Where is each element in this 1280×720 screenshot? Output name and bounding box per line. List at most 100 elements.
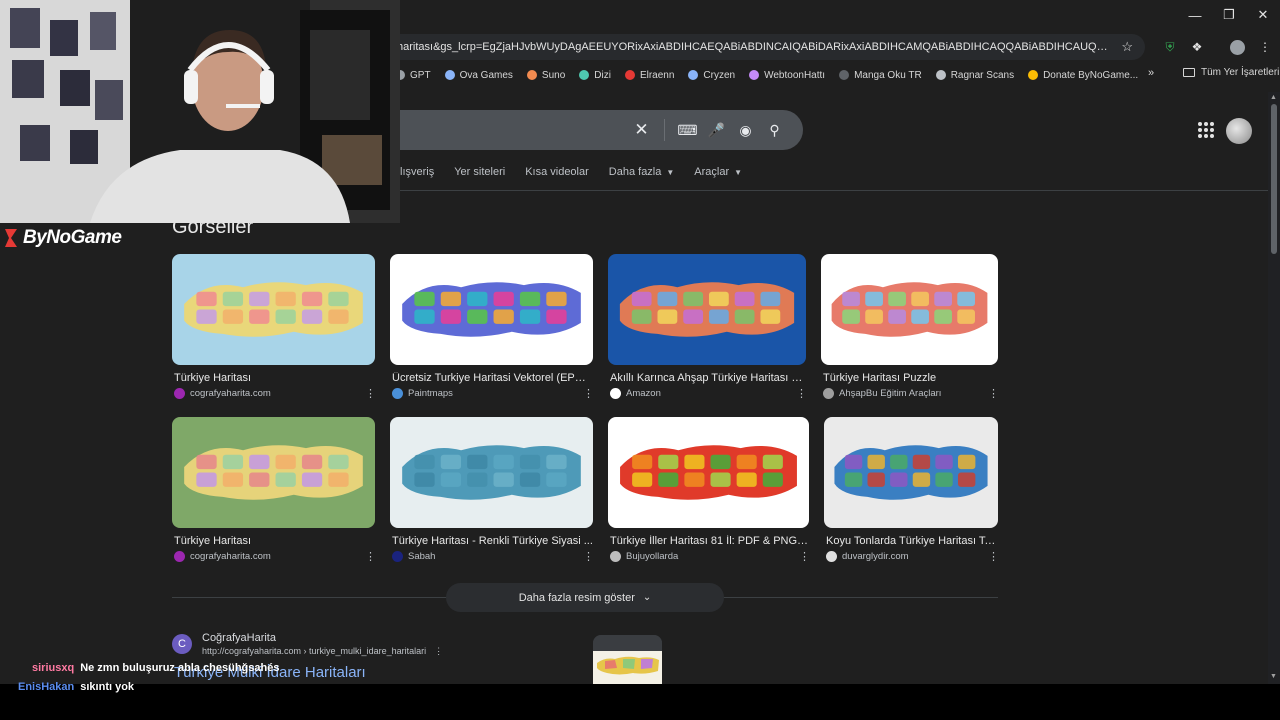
bookmark-favicon-icon: [1028, 70, 1039, 80]
bookmark-item[interactable]: Manga Oku TR: [839, 70, 922, 81]
result-site-name[interactable]: CoğrafyaHarita: [202, 632, 276, 644]
chat-message: EnisHakan sıkıntı yok: [18, 681, 134, 693]
image-source[interactable]: AhşapBu Eğitim Araçları: [823, 388, 941, 399]
bookmark-item[interactable]: Cryzen: [688, 70, 735, 81]
clear-icon[interactable]: ✕: [627, 119, 656, 141]
window-controls: — ❐ ✕: [1178, 0, 1280, 30]
image-thumbnail[interactable]: [608, 254, 806, 365]
bookmark-star-icon[interactable]: ☆: [1121, 39, 1133, 55]
more-options-icon[interactable]: ⋮: [365, 387, 376, 400]
camera-lens-icon[interactable]: ◉: [731, 119, 760, 141]
result-thumbnail[interactable]: [593, 635, 662, 684]
search-box[interactable]: ✕ ⌨ 🎤 ◉ ⚲: [380, 110, 803, 150]
extensions-puzzle-icon[interactable]: ❖: [1188, 38, 1206, 56]
account-avatar[interactable]: [1226, 118, 1252, 144]
bookmark-item[interactable]: Ragnar Scans: [935, 70, 1014, 81]
show-more-label: Daha fazla resim göster: [518, 591, 635, 604]
keyboard-icon[interactable]: ⌨: [673, 119, 702, 141]
restore-button[interactable]: ❐: [1212, 0, 1246, 30]
image-result[interactable]: Ücretsiz Turkiye Haritasi Vektorel (EPS,…: [390, 254, 594, 409]
image-caption[interactable]: Türkiye Haritası Puzzle: [823, 372, 998, 384]
image-caption[interactable]: Koyu Tonlarda Türkiye Haritası Ta...: [826, 535, 998, 547]
search-separator: [664, 119, 665, 141]
image-source[interactable]: Bujuyollarda: [610, 551, 678, 562]
chat-username: EnisHakan: [18, 681, 75, 693]
tab-short-videos[interactable]: Kısa videolar: [525, 166, 589, 178]
more-options-icon[interactable]: ⋮: [796, 387, 807, 400]
source-favicon-icon: [174, 551, 185, 562]
tab-more[interactable]: Daha fazla ▼: [609, 166, 675, 178]
tab-places[interactable]: Yer siteleri: [454, 166, 505, 178]
bookmark-item[interactable]: Elraenn: [624, 70, 674, 81]
image-source[interactable]: cografyaharita.com: [174, 388, 271, 399]
image-result[interactable]: Akıllı Karınca Ahşap Türkiye Haritası P.…: [608, 254, 807, 409]
more-options-icon[interactable]: ⋮: [988, 550, 999, 563]
close-window-button[interactable]: ✕: [1246, 0, 1280, 30]
image-result[interactable]: Türkiye Haritası Puzzle AhşapBu Eğitim Ar…: [821, 254, 999, 409]
image-caption[interactable]: Türkiye İller Haritası 81 İl: PDF & PNG …: [610, 535, 809, 547]
more-options-icon[interactable]: ⋮: [988, 387, 999, 400]
image-result[interactable]: Türkiye İller Haritası 81 İl: PDF & PNG …: [608, 417, 810, 572]
bookmark-item[interactable]: Ova Games: [444, 69, 513, 81]
tab-shopping[interactable]: lışveriş: [400, 166, 434, 178]
bookmarks-overflow-button[interactable]: »: [1148, 67, 1154, 79]
scroll-down-icon[interactable]: ▼: [1270, 673, 1277, 680]
show-more-images-button[interactable]: Daha fazla resim göster ⌄: [446, 583, 724, 612]
logo-mark-icon: [5, 229, 17, 247]
page-scrollbar[interactable]: ▲ ▼: [1268, 92, 1280, 684]
bookmark-item[interactable]: GPT: [395, 70, 431, 81]
image-result[interactable]: Koyu Tonlarda Türkiye Haritası Ta... duva…: [824, 417, 999, 572]
address-bar[interactable]: haritası&gs_lcrp=EgZjaHJvbWUyDAgAEEUYORi…: [385, 34, 1145, 60]
image-caption[interactable]: Türkiye Haritası: [174, 372, 375, 384]
image-result[interactable]: Türkiye Haritası - Renkli Türkiye Siyasi…: [390, 417, 594, 572]
image-thumbnail[interactable]: [390, 417, 593, 528]
image-caption[interactable]: Ücretsiz Turkiye Haritasi Vektorel (EPS,…: [392, 372, 593, 384]
kebab-icon[interactable]: ⋮: [434, 646, 443, 656]
image-caption[interactable]: Akıllı Karınca Ahşap Türkiye Haritası P.…: [610, 372, 806, 384]
source-label: Paintmaps: [408, 388, 453, 399]
search-icon[interactable]: ⚲: [760, 119, 789, 141]
all-bookmarks-button[interactable]: Tüm Yer İşaretleri: [1183, 67, 1279, 78]
image-result[interactable]: Türkiye Haritası cografyaharita.com ⋮: [172, 417, 376, 572]
scroll-thumb[interactable]: [1271, 104, 1277, 254]
folder-icon: [1183, 68, 1195, 77]
microphone-icon[interactable]: 🎤: [702, 119, 731, 141]
image-thumbnail[interactable]: [390, 254, 593, 365]
turkey-map-image: [824, 417, 998, 528]
bookmark-label: Ova Games: [459, 69, 513, 81]
tab-tools[interactable]: Araçlar ▼: [694, 166, 742, 178]
bookmark-item[interactable]: Dizi: [579, 70, 611, 81]
image-thumbnail[interactable]: [821, 254, 998, 365]
bynogame-logo: ByNoGame: [2, 227, 122, 249]
bookmark-item[interactable]: WebtoonHattı: [749, 70, 825, 81]
image-thumbnail[interactable]: [172, 417, 375, 528]
image-source[interactable]: cografyaharita.com: [174, 551, 271, 562]
image-source[interactable]: Paintmaps: [392, 388, 453, 399]
more-options-icon[interactable]: ⋮: [583, 387, 594, 400]
shield-extension-icon[interactable]: ⛨: [1161, 38, 1179, 56]
image-source[interactable]: duvarglydir.com: [826, 551, 909, 562]
more-options-icon[interactable]: ⋮: [799, 550, 810, 563]
minimize-button[interactable]: —: [1178, 0, 1212, 30]
source-label: duvarglydir.com: [842, 551, 909, 562]
image-result[interactable]: Türkiye Haritası cografyaharita.com ⋮: [172, 254, 376, 409]
more-options-icon[interactable]: ⋮: [583, 550, 594, 563]
image-thumbnail[interactable]: [824, 417, 998, 528]
image-source[interactable]: Amazon: [610, 388, 661, 399]
stream-bottom-bar: [0, 684, 1280, 720]
scroll-up-icon[interactable]: ▲: [1270, 94, 1277, 101]
more-options-icon[interactable]: ⋮: [365, 550, 376, 563]
image-thumbnail[interactable]: [172, 254, 375, 365]
source-favicon-icon: [610, 551, 621, 562]
image-thumbnail[interactable]: [608, 417, 809, 528]
menu-kebab-icon[interactable]: ⋮: [1256, 38, 1274, 56]
image-source[interactable]: Sabah: [392, 551, 435, 562]
chevron-down-icon: ⌄: [642, 592, 652, 603]
google-apps-icon[interactable]: [1198, 122, 1214, 138]
image-caption[interactable]: Türkiye Haritası - Renkli Türkiye Siyasi…: [392, 535, 593, 547]
image-caption[interactable]: Türkiye Haritası: [174, 535, 375, 547]
bookmark-item[interactable]: Donate ByNoGame...: [1028, 70, 1138, 81]
tab-label: lışveriş: [400, 166, 435, 178]
bookmark-item[interactable]: Suno: [526, 70, 565, 81]
profile-avatar-icon[interactable]: [1228, 38, 1246, 56]
